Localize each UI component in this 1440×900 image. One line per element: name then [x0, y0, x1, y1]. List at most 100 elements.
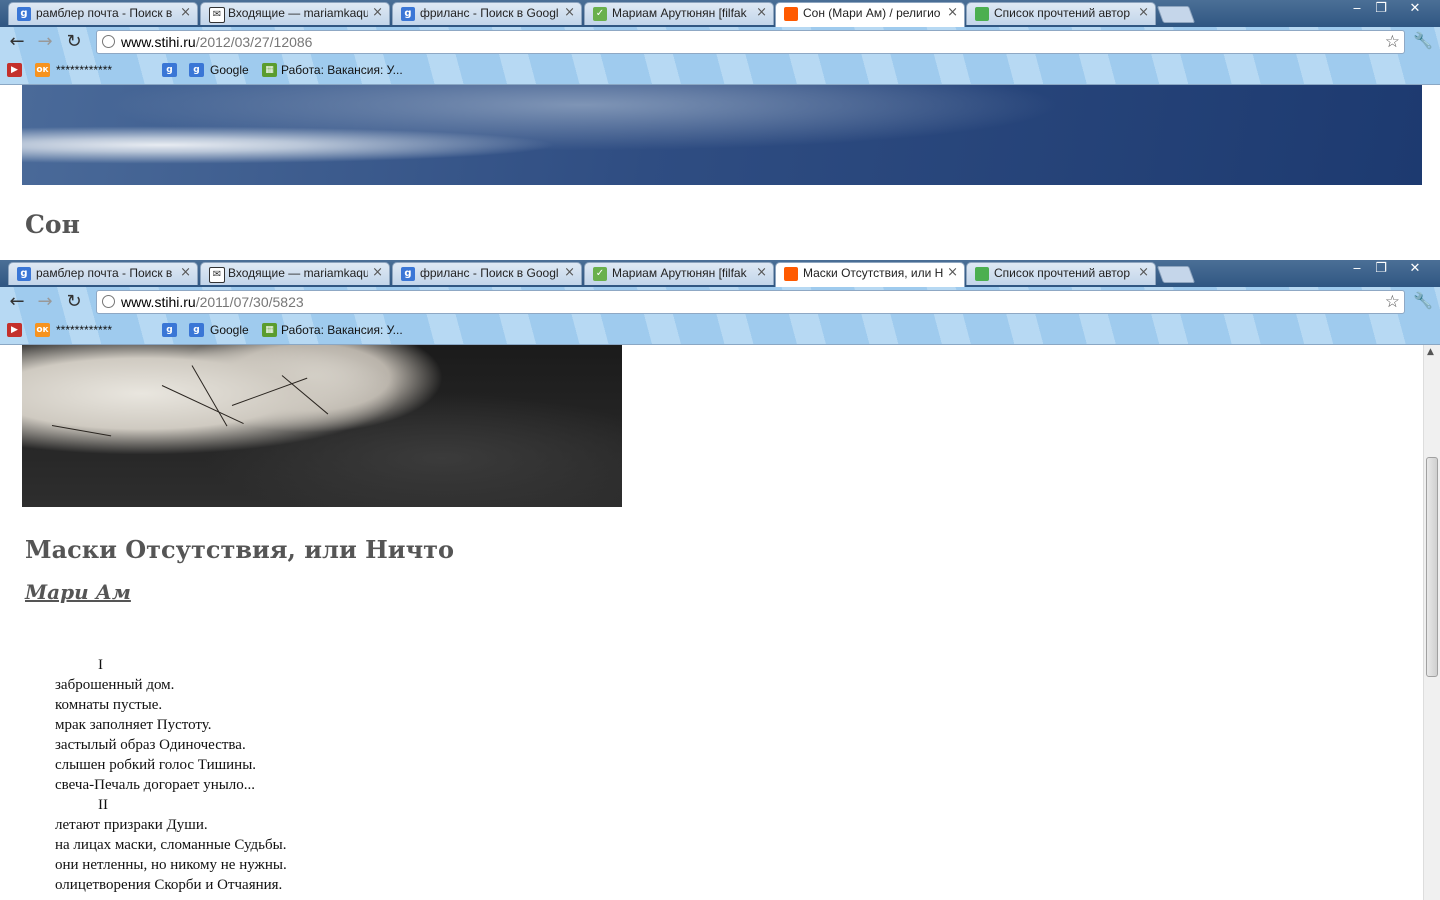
poem-line: мрак заполняет Пустоту.: [55, 717, 212, 733]
leaf-icon: ✓: [593, 7, 607, 21]
tab-title: Входящие — mariamkaqu: [228, 6, 368, 20]
green-square-icon: [975, 267, 989, 281]
tab-mail-inbox[interactable]: ✉ Входящие — mariamkaqu ×: [200, 262, 390, 285]
odnoklassniki-icon[interactable]: ок: [35, 323, 50, 337]
wrench-menu-icon[interactable]: 🔧: [1413, 291, 1433, 310]
tab-title: Маски Отсутствия, или Н: [803, 266, 943, 280]
bookmark-star-icon[interactable]: ☆: [1385, 292, 1400, 312]
poem-title: Маски Отсутствия, или Ничто: [25, 535, 455, 564]
tab-reading-list[interactable]: Список прочтений автор ×: [966, 262, 1156, 285]
tab-title: Входящие — mariamkaqu: [228, 266, 368, 280]
poem-line: заброшенный дом.: [55, 677, 175, 693]
tab-masks-active[interactable]: Маски Отсутствия, или Н ×: [775, 262, 965, 287]
bookmarks-bar: ▶ ок ************ g g Google ▦ Работа: В…: [0, 318, 1440, 345]
google-icon: g: [401, 7, 415, 21]
forward-button[interactable]: →: [34, 291, 56, 313]
close-window-button[interactable]: ✕: [1400, 1, 1430, 17]
restore-button[interactable]: ❐: [1368, 261, 1394, 277]
tab-strip: g рамблер почта - Поиск в × ✉ Входящие —…: [0, 0, 1440, 27]
close-tab-icon[interactable]: ×: [947, 265, 958, 280]
close-tab-icon[interactable]: ×: [564, 5, 575, 20]
jobs-icon: ▦: [262, 323, 277, 337]
bookmark-stars[interactable]: ************: [56, 323, 112, 337]
bookmark-stars[interactable]: ************: [56, 63, 112, 77]
forward-button[interactable]: →: [34, 31, 56, 53]
close-window-button[interactable]: ✕: [1400, 261, 1430, 277]
url-text: www.stihi.ru/2011/07/30/5823: [121, 294, 304, 310]
tab-title: рамблер почта - Поиск в: [36, 6, 173, 20]
close-tab-icon[interactable]: ×: [756, 5, 767, 20]
poem-line: комнаты пустые.: [55, 697, 163, 713]
tab-mail-inbox[interactable]: ✉ Входящие — mariamkaqu ×: [200, 2, 390, 25]
close-tab-icon[interactable]: ×: [756, 265, 767, 280]
tab-title: Сон (Мари Ам) / религио: [803, 6, 941, 20]
close-tab-icon[interactable]: ×: [1138, 265, 1149, 280]
bookmark-google[interactable]: Google: [210, 323, 249, 337]
poem-line: II: [98, 797, 108, 813]
poem-line: они нетленны, но никому не нужны.: [55, 857, 287, 873]
address-bar[interactable]: www.stihi.ru/2011/07/30/5823 ☆: [96, 290, 1405, 314]
reload-button[interactable]: ↻: [63, 31, 85, 53]
tab-son-active[interactable]: Сон (Мари Ам) / религио ×: [775, 2, 965, 27]
odnoklassniki-icon[interactable]: ок: [35, 63, 50, 77]
close-tab-icon[interactable]: ×: [947, 5, 958, 20]
vertical-scrollbar[interactable]: ▲: [1423, 345, 1440, 900]
tab-strip: g рамблер почта - Поиск в × ✉ Входящие —…: [0, 260, 1440, 287]
author-link[interactable]: Мари Ам: [25, 580, 131, 604]
bookmark-jobs[interactable]: Работа: Вакансия: У...: [281, 63, 403, 77]
tab-title: рамблер почта - Поиск в: [36, 266, 173, 280]
close-tab-icon[interactable]: ×: [180, 5, 191, 20]
google-icon: g: [189, 323, 204, 337]
page-content: Маски Отсутствия, или Ничто Мари Ам Iзаб…: [0, 345, 1440, 900]
bookmark-jobs[interactable]: Работа: Вакансия: У...: [281, 323, 403, 337]
tab-mariam-profile[interactable]: ✓ Мариам Арутюнян [filfak ×: [584, 262, 774, 285]
scrollbar-thumb[interactable]: [1426, 457, 1438, 677]
bookmark-star-icon[interactable]: ☆: [1385, 32, 1400, 52]
poem-line: застылый образ Одиночества.: [55, 737, 246, 753]
url-text: www.stihi.ru/2012/03/27/12086: [121, 34, 313, 50]
globe-icon: [102, 35, 115, 48]
scroll-up-icon[interactable]: ▲: [1427, 347, 1434, 357]
close-tab-icon[interactable]: ×: [180, 265, 191, 280]
close-tab-icon[interactable]: ×: [1138, 5, 1149, 20]
browser-window-1: g рамблер почта - Поиск в × ✉ Входящие —…: [0, 0, 1440, 260]
new-tab-button[interactable]: [1156, 266, 1196, 283]
youtube-icon[interactable]: ▶: [7, 63, 22, 77]
wrench-menu-icon[interactable]: 🔧: [1413, 31, 1433, 50]
tab-rambler-search[interactable]: g рамблер почта - Поиск в ×: [8, 2, 198, 25]
tab-reading-list[interactable]: Список прочтений автор ×: [966, 2, 1156, 25]
new-tab-button[interactable]: [1156, 6, 1196, 23]
minimize-button[interactable]: ‒: [1344, 261, 1370, 277]
close-tab-icon[interactable]: ×: [564, 265, 575, 280]
bookmarks-bar: ▶ ок ************ g g Google ▦ Работа: В…: [0, 58, 1440, 85]
close-tab-icon[interactable]: ×: [372, 265, 383, 280]
browser-chrome: g рамблер почта - Поиск в × ✉ Входящие —…: [0, 260, 1440, 345]
close-tab-icon[interactable]: ×: [372, 5, 383, 20]
google-icon: g: [401, 267, 415, 281]
poem-line: свеча-Печаль догорает уныло...: [55, 777, 256, 793]
leaf-icon: ✓: [593, 267, 607, 281]
minimize-button[interactable]: ‒: [1344, 1, 1370, 17]
poem-line: I: [98, 657, 103, 673]
reload-button[interactable]: ↻: [63, 291, 85, 313]
bookmark-google[interactable]: Google: [210, 63, 249, 77]
youtube-icon[interactable]: ▶: [7, 323, 22, 337]
stihi-icon: [784, 267, 798, 281]
tab-title: Мариам Арутюнян [filfak: [612, 6, 747, 20]
poem-title: Сон: [25, 210, 80, 239]
back-button[interactable]: ←: [6, 291, 28, 313]
mail-icon: ✉: [209, 7, 225, 23]
green-square-icon: [975, 7, 989, 21]
stihi-icon: [784, 7, 798, 21]
tab-freelance-search[interactable]: g фриланс - Поиск в Googl ×: [392, 2, 582, 25]
address-bar[interactable]: www.stihi.ru/2012/03/27/12086 ☆: [96, 30, 1405, 54]
google-icon: g: [17, 7, 31, 21]
back-button[interactable]: ←: [6, 31, 28, 53]
tab-mariam-profile[interactable]: ✓ Мариам Арутюнян [filfak ×: [584, 2, 774, 25]
mail-icon: ✉: [209, 267, 225, 283]
restore-button[interactable]: ❐: [1368, 1, 1394, 17]
tab-freelance-search[interactable]: g фриланс - Поиск в Googl ×: [392, 262, 582, 285]
browser-window-2: g рамблер почта - Поиск в × ✉ Входящие —…: [0, 260, 1440, 900]
tab-rambler-search[interactable]: g рамблер почта - Поиск в ×: [8, 262, 198, 285]
tab-title: Список прочтений автор: [994, 266, 1130, 280]
